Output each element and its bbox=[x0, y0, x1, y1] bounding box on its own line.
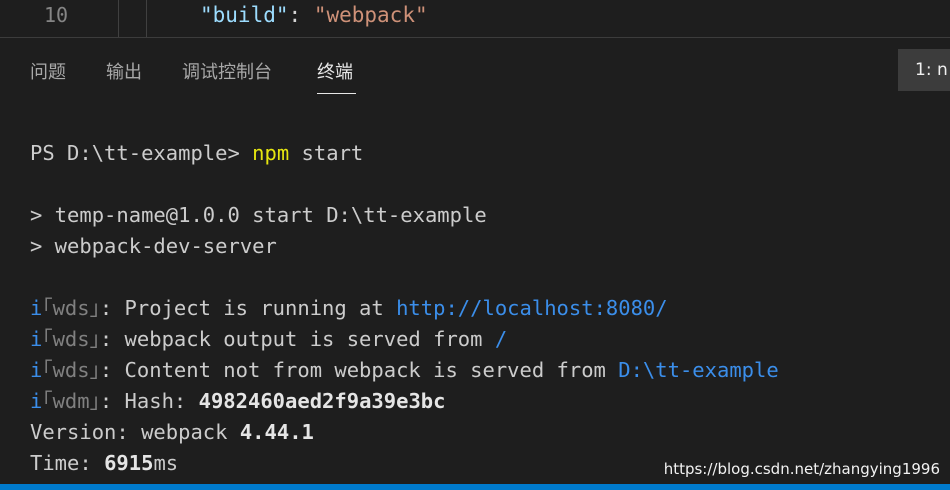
terminal-line: i｢wds｣: webpack output is served from / bbox=[30, 324, 950, 355]
info-marker: i bbox=[30, 327, 43, 351]
editor-area[interactable]: 10 "build": "webpack" bbox=[0, 0, 950, 37]
command: npm bbox=[252, 141, 290, 165]
terminal-select-dropdown[interactable]: 1: n bbox=[898, 49, 950, 91]
terminal-line: i｢wds｣: Content not from webpack is serv… bbox=[30, 355, 950, 386]
tab-output[interactable]: 输出 bbox=[106, 58, 142, 84]
time-value: 6915 bbox=[104, 451, 154, 475]
json-colon: : bbox=[288, 3, 314, 27]
log-text: Time: bbox=[30, 451, 105, 475]
info-marker: i bbox=[30, 358, 43, 382]
log-text: : Project is running at bbox=[99, 296, 397, 320]
log-text: Version: webpack bbox=[30, 420, 240, 444]
terminal-line: > temp-name@1.0.0 start D:\tt-example bbox=[30, 203, 487, 227]
tab-problems[interactable]: 问题 bbox=[30, 58, 66, 84]
hash-value: 4982460aed2f9a39e3bc bbox=[198, 389, 446, 413]
info-marker: i bbox=[30, 296, 43, 320]
log-tag: ｢wds｣ bbox=[42, 296, 100, 320]
active-tab-indicator bbox=[317, 93, 356, 94]
terminal-line: PS D:\tt-example> npm start bbox=[30, 138, 950, 169]
terminal-line: i｢wds｣: Project is running at http://loc… bbox=[30, 293, 950, 324]
version-value: 4.44.1 bbox=[239, 420, 314, 444]
time-unit: ms bbox=[153, 451, 179, 475]
log-tag: ｢wds｣ bbox=[42, 327, 100, 351]
terminal-line: Version: webpack 4.44.1 bbox=[30, 417, 950, 448]
log-link[interactable]: http://localhost:8080/ bbox=[396, 296, 668, 320]
log-tag: ｢wds｣ bbox=[42, 358, 100, 382]
status-bar bbox=[0, 484, 950, 490]
log-tag: ｢wdm｣ bbox=[42, 389, 100, 413]
json-value: "webpack" bbox=[313, 3, 428, 27]
log-link[interactable]: D:\tt-example bbox=[618, 358, 778, 382]
tab-debug-console[interactable]: 调试控制台 bbox=[182, 58, 272, 84]
terminal-line: > webpack-dev-server bbox=[30, 234, 277, 258]
log-text: : webpack output is served from bbox=[99, 327, 495, 351]
tab-terminal[interactable]: 终端 bbox=[317, 58, 353, 84]
terminal-output[interactable]: PS D:\tt-example> npm start > temp-name@… bbox=[30, 138, 950, 479]
command-args: start bbox=[289, 141, 364, 165]
line-number: 10 bbox=[44, 3, 69, 27]
log-link[interactable]: / bbox=[495, 327, 507, 351]
prompt: PS D:\tt-example> bbox=[30, 141, 253, 165]
panel-tab-bar: 问题 输出 调试控制台 终端 bbox=[0, 38, 950, 96]
indent-guide bbox=[118, 0, 119, 37]
info-marker: i bbox=[30, 389, 43, 413]
log-text: : Content not from webpack is served fro… bbox=[99, 358, 619, 382]
json-key: "build" bbox=[200, 3, 289, 27]
terminal-line: i｢wdm｣: Hash: 4982460aed2f9a39e3bc bbox=[30, 386, 950, 417]
code-line[interactable]: "build": "webpack" bbox=[200, 3, 428, 27]
log-text: : Hash: bbox=[99, 389, 199, 413]
indent-guide bbox=[146, 0, 147, 37]
watermark: https://blog.csdn.net/zhangying1996 bbox=[663, 460, 940, 478]
